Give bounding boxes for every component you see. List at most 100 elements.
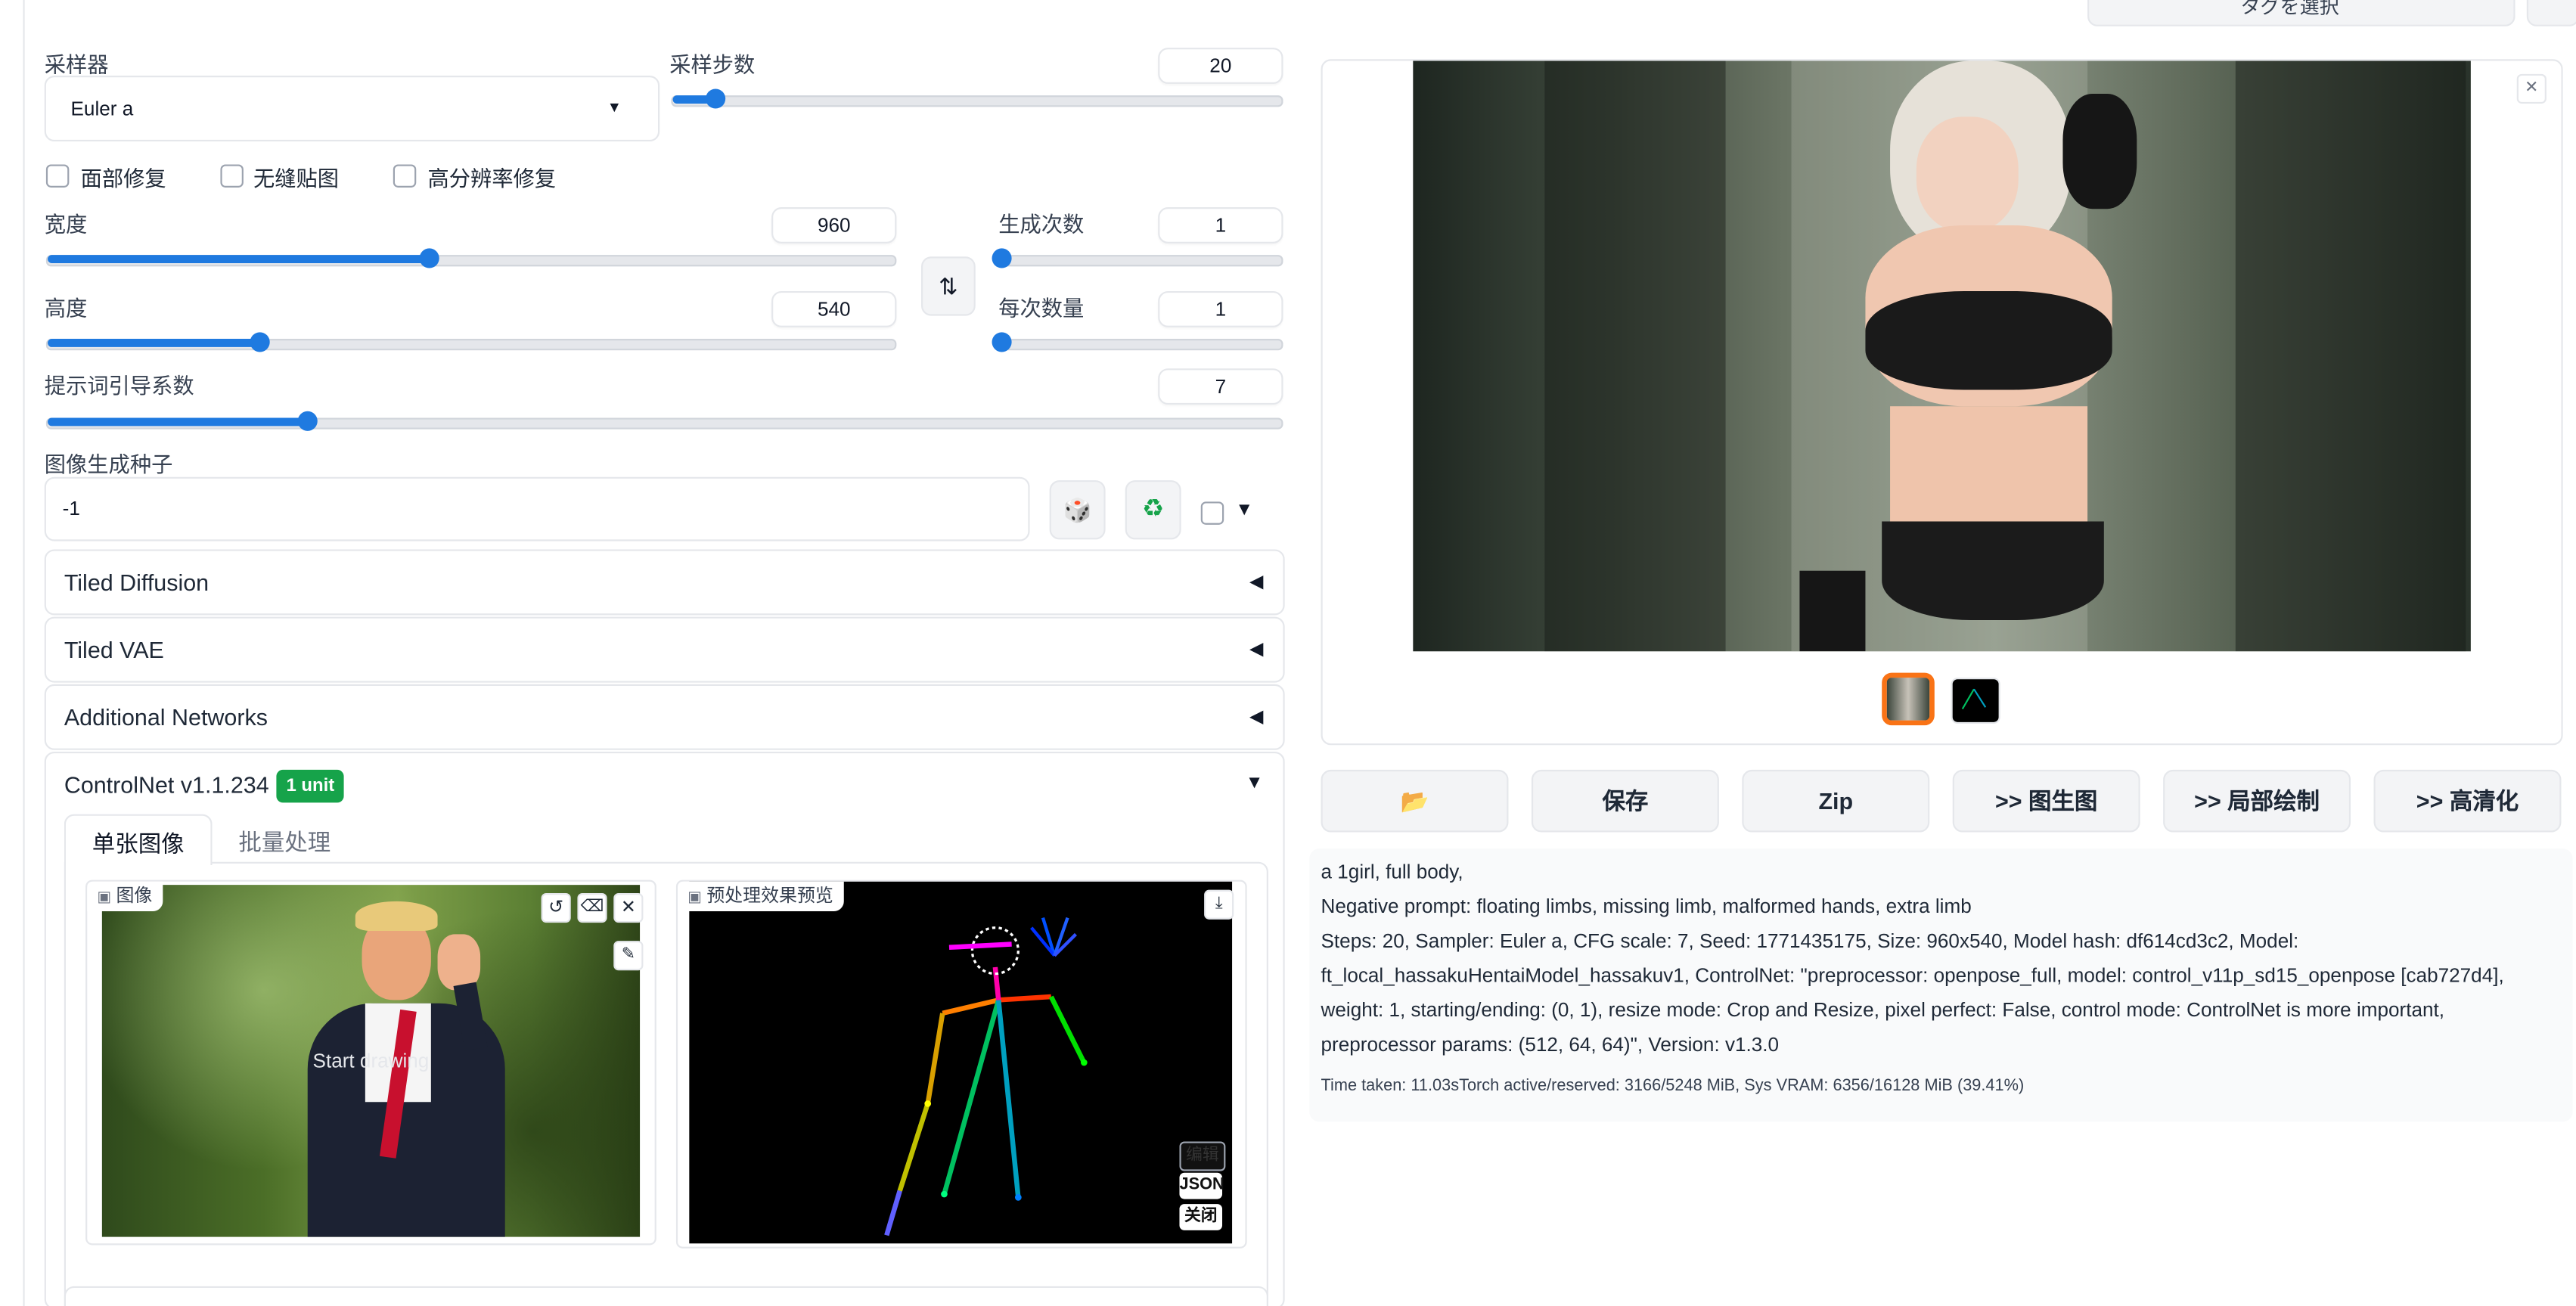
tiled-diffusion-accordion[interactable]: Tiled Diffusion ◀: [44, 549, 1285, 616]
character-face: [1916, 116, 2019, 232]
info-params-2: ft_local_hassakuHentaiModel_hassakuv1, C…: [1321, 963, 2504, 987]
dice-icon[interactable]: 🎲: [1049, 480, 1106, 540]
hires-fix-checkbox[interactable]: [393, 164, 417, 188]
zip-button[interactable]: Zip: [1742, 769, 1930, 833]
output-image[interactable]: [1413, 60, 2471, 652]
output-gallery: ✕: [1321, 59, 2563, 746]
close-preview-button[interactable]: 关闭: [1179, 1204, 1223, 1230]
chevron-left-icon: ◀: [1249, 640, 1264, 660]
info-time-taken: Time taken: 11.03sTorch active/reserved:…: [1321, 1077, 2025, 1096]
edit-pose-button[interactable]: 编辑: [1179, 1141, 1226, 1171]
swap-icon[interactable]: ⇅: [921, 256, 976, 316]
info-params-1: Steps: 20, Sampler: Euler a, CFG scale: …: [1321, 929, 2299, 953]
image-icon: ▣: [97, 888, 111, 905]
chevron-left-icon: ◀: [1249, 707, 1264, 727]
sampler-label: 采样器: [44, 52, 109, 78]
width-input[interactable]: 960: [771, 207, 897, 244]
batch-size-label: 每次数量: [998, 296, 1085, 321]
brush-icon[interactable]: ✎: [613, 941, 644, 971]
tiled-vae-accordion[interactable]: Tiled VAE ◀: [44, 616, 1285, 683]
download-icon[interactable]: ⤓: [1204, 889, 1234, 920]
left-border: [23, 0, 25, 1306]
preview-label-tag: ▣ 预处理效果预览: [678, 881, 843, 911]
image-upload-panel[interactable]: Start drawing ▣ 图像 ↺ ⌫ ✕ ✎: [85, 879, 656, 1246]
face-restore-checkbox[interactable]: [45, 164, 70, 188]
image-label: 图像: [116, 886, 153, 907]
tab-batch[interactable]: 批量处理: [238, 826, 331, 859]
send-to-extras-button[interactable]: >> 高清化: [2373, 769, 2562, 833]
character-top: [1865, 290, 2112, 390]
steps-slider-handle[interactable]: [705, 88, 725, 109]
image-icon: ▣: [687, 888, 702, 905]
steps-label: 采样步数: [669, 52, 756, 78]
input-photo: Start drawing: [101, 885, 641, 1237]
batch-count-label: 生成次数: [998, 212, 1085, 237]
save-button[interactable]: 保存: [1531, 769, 1719, 833]
width-slider-handle[interactable]: [419, 248, 439, 268]
pose-preview: [689, 881, 1233, 1244]
character-bottom: [1882, 521, 2104, 620]
sampler-value: Euler a: [70, 97, 134, 120]
recycle-icon[interactable]: ♻: [1125, 480, 1181, 540]
height-label: 高度: [44, 296, 88, 321]
batch-count-slider[interactable]: [992, 248, 1283, 268]
chevron-down-icon[interactable]: ▼: [1246, 773, 1264, 793]
info-prompt: a 1girl, full body,: [1321, 860, 1463, 883]
cfg-slider-handle[interactable]: [296, 411, 317, 431]
batch-size-input[interactable]: 1: [1158, 290, 1283, 327]
height-input[interactable]: 540: [771, 290, 897, 327]
open-folder-button[interactable]: 📂: [1321, 769, 1509, 833]
height-slider-fill: [48, 339, 260, 347]
seed-input[interactable]: -1: [44, 476, 1030, 541]
image-label-tag: ▣ 图像: [87, 881, 163, 911]
extra-seed-checkbox[interactable]: [1200, 501, 1224, 525]
close-icon[interactable]: ✕: [613, 893, 644, 923]
close-icon[interactable]: ✕: [2516, 73, 2547, 104]
batch-count-input[interactable]: 1: [1158, 207, 1283, 244]
height-slider[interactable]: [45, 332, 897, 352]
preprocessor-preview-panel: ▣ 预处理效果预览 ⤓ 编辑 JSON 关闭: [675, 879, 1247, 1249]
face-restore-label: 面部修复: [80, 166, 166, 191]
width-slider[interactable]: [45, 248, 897, 268]
chevron-down-icon[interactable]: ▼: [1235, 500, 1253, 520]
eraser-icon[interactable]: ⌫: [577, 893, 607, 923]
thumbnail-pose[interactable]: [1951, 678, 2000, 724]
tiling-checkbox[interactable]: [220, 164, 244, 188]
cfg-slider-fill: [48, 417, 307, 427]
controlnet-title[interactable]: ControlNet v1.1.234: [64, 771, 269, 798]
chevron-down-icon: ▼: [607, 98, 622, 116]
batch-size-slider[interactable]: [992, 332, 1283, 352]
preview-label: 预处理效果预览: [706, 886, 833, 907]
cfg-slider[interactable]: [45, 411, 1283, 431]
tiling-label: 无缝贴图: [253, 166, 340, 191]
folder-icon: 📂: [1400, 787, 1429, 814]
height-slider-handle[interactable]: [250, 332, 270, 352]
thumbnail-selected[interactable]: [1882, 672, 1935, 726]
send-to-inpaint-button[interactable]: >> 局部绘制: [2163, 769, 2351, 833]
person-hair: [355, 901, 438, 932]
batch-size-slider-handle[interactable]: [992, 332, 1012, 352]
next-section-partial: [64, 1286, 1268, 1306]
steps-slider[interactable]: [671, 88, 1283, 109]
json-button[interactable]: JSON: [1179, 1172, 1224, 1199]
controlnet-panel: ControlNet v1.1.234 1 unit ▼ 单张图像 批量处理 S…: [44, 751, 1285, 1306]
tab-single-image[interactable]: 单张图像: [64, 814, 213, 866]
tab-single-image-label: 单张图像: [92, 830, 185, 858]
cfg-input[interactable]: 7: [1158, 368, 1283, 405]
send-to-img2img-button[interactable]: >> 图生图: [1952, 769, 2140, 833]
sampler-dropdown[interactable]: Euler a ▼: [44, 76, 660, 142]
seed-label: 图像生成种子: [44, 452, 173, 477]
tab-content: Start drawing ▣ 图像 ↺ ⌫ ✕ ✎ ▣ 预处理效果预览 ⤓ 编…: [64, 861, 1268, 1306]
tag-select-button[interactable]: タグを選択: [2087, 0, 2515, 26]
width-slider-fill: [48, 255, 430, 263]
additional-networks-title: Additional Networks: [64, 703, 268, 731]
unit-badge: 1 unit: [276, 769, 345, 803]
batch-count-slider-handle[interactable]: [992, 248, 1012, 268]
refresh-button[interactable]: [2526, 0, 2576, 26]
tiled-diffusion-title: Tiled Diffusion: [64, 569, 209, 596]
additional-networks-accordion[interactable]: Additional Networks ◀: [44, 684, 1285, 750]
steps-input[interactable]: 20: [1158, 48, 1283, 84]
tiled-vae-title: Tiled VAE: [64, 636, 164, 663]
undo-icon[interactable]: ↺: [541, 893, 571, 923]
info-negative-prompt: Negative prompt: floating limbs, missing…: [1321, 895, 1972, 918]
